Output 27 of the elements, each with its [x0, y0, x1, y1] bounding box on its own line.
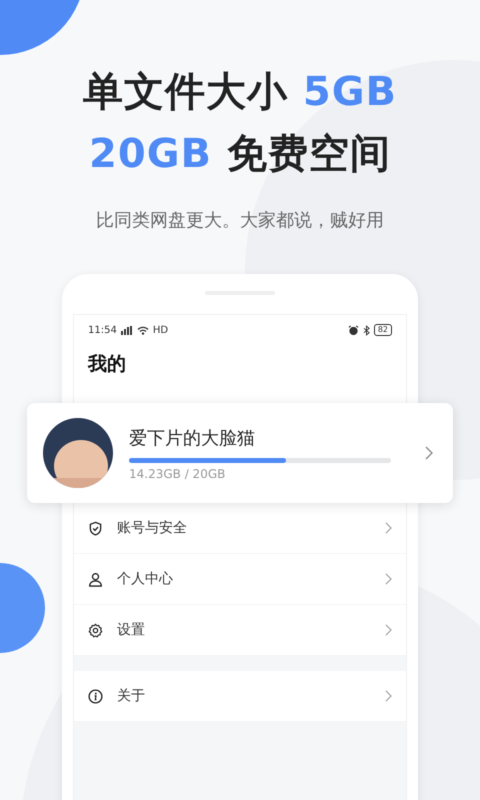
profile-card[interactable]: 爱下片的大脸猫 14.23GB / 20GB [27, 403, 453, 503]
storage-usage: 14.23GB / 20GB [129, 466, 226, 480]
settings-icon [88, 622, 103, 638]
chevron-icon [385, 522, 392, 534]
signal-icon [120, 326, 133, 334]
status-time: 11:54 [88, 324, 117, 336]
menu-item[interactable]: 个人中心 [74, 554, 406, 605]
info-icon [88, 688, 103, 704]
wifi-icon [136, 326, 149, 334]
chevron-icon [385, 690, 392, 702]
alarm-icon [348, 324, 359, 336]
headline: 单文件大小 5GB [82, 68, 398, 117]
page-title: 我的 [74, 339, 406, 403]
chevron-icon [385, 624, 392, 636]
network-label: HD [152, 324, 168, 336]
battery-indicator: 82 [374, 324, 392, 336]
user-name: 爱下片的大脸猫 [129, 426, 256, 450]
person-icon [88, 572, 103, 586]
chevron-icon [385, 573, 392, 585]
chevron-icon [425, 446, 433, 460]
menu-item[interactable]: 关于 [74, 671, 406, 722]
bluetooth-icon [362, 324, 370, 336]
subtitle: 比同类网盘更大。大家都说，贼好用 [96, 209, 384, 232]
headline: 20GB 免费空间 [89, 130, 391, 179]
shield-icon [88, 520, 103, 536]
menu-item[interactable]: 设置 [74, 605, 406, 656]
menu-item[interactable]: 账号与安全 [74, 503, 406, 554]
